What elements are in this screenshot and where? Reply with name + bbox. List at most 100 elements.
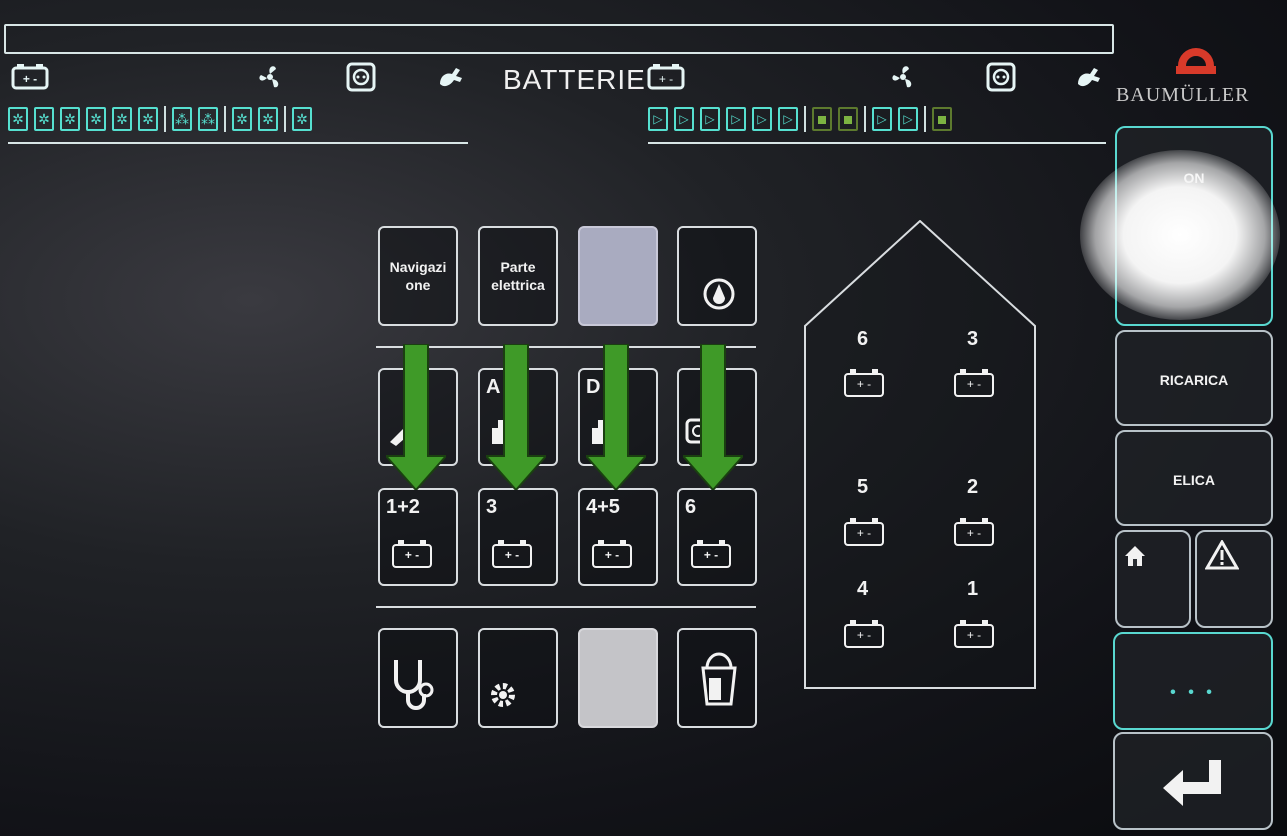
fan-icon	[888, 62, 918, 92]
arrow-down-icon	[586, 344, 646, 490]
green-led-cell	[812, 107, 832, 131]
battery-icon: + -	[844, 620, 884, 648]
home-icon	[1125, 546, 1145, 566]
battery-number: 4	[857, 578, 869, 600]
battery-icon: + -	[392, 540, 432, 568]
play-status-cell: ▷	[726, 107, 746, 131]
ricarica-button[interactable]: RICARICA	[1115, 330, 1273, 426]
battery-3-button[interactable]: 3 + -	[478, 488, 558, 586]
socket-icon	[346, 62, 376, 92]
battery-icon: + -	[492, 540, 532, 568]
boat-battery-diagram	[804, 220, 1036, 689]
battery-icon: + -	[844, 369, 884, 397]
battery-icon: + -	[691, 540, 731, 568]
divider	[284, 106, 286, 132]
fan-status-cell: ⁂	[172, 107, 192, 131]
bucket-button[interactable]	[677, 628, 757, 728]
underline	[648, 142, 1106, 144]
socket-icon	[986, 62, 1016, 92]
fan-status-cell: ⁂	[198, 107, 218, 131]
page-title: BATTERIE	[503, 64, 646, 95]
electrical-label: Parte elettrica	[491, 259, 545, 293]
plug-icon	[436, 62, 466, 92]
play-status-cell: ▷	[648, 107, 668, 131]
warning-icon	[1205, 540, 1239, 570]
settings-button[interactable]	[478, 628, 558, 728]
battery-number: 3	[486, 496, 498, 518]
battery-icon: + -	[646, 62, 690, 90]
green-led-cell	[932, 107, 952, 131]
on-button[interactable]: ON	[1115, 126, 1273, 326]
elica-button[interactable]: ELICA	[1115, 430, 1273, 526]
play-status-cell: ▷	[872, 107, 892, 131]
fan-status-cell: ✲	[258, 107, 278, 131]
arrow-down-icon	[683, 344, 743, 490]
battery-4-5-button[interactable]: 4+5 + -	[578, 488, 658, 586]
battery-number: 6	[857, 328, 869, 350]
home-button[interactable]	[1115, 530, 1191, 628]
svg-text:+ -: + -	[659, 72, 673, 86]
green-led-cell	[838, 107, 858, 131]
elica-label: ELICA	[1173, 472, 1215, 488]
play-status-cell: ▷	[752, 107, 772, 131]
right-status-cells: ▷ ▷ ▷ ▷ ▷ ▷ ▷ ▷	[648, 106, 952, 132]
battery-number: 6	[685, 496, 697, 518]
fan-status-cell: ✲	[232, 107, 252, 131]
top-status-bar	[4, 24, 1114, 54]
fan-status-cell: ✲	[60, 107, 80, 131]
fluid-button[interactable]	[677, 226, 757, 326]
plug-icon	[1074, 62, 1104, 92]
alarm-button[interactable]	[1195, 530, 1273, 628]
battery-1-2-button[interactable]: 1+2 + -	[378, 488, 458, 586]
battery-icon: + -	[844, 518, 884, 546]
enter-button[interactable]	[1113, 732, 1273, 830]
battery-icon: + -	[954, 620, 994, 648]
navigation-label: Navigazi one	[389, 259, 447, 293]
battery-number: 1+2	[386, 496, 420, 518]
blank-button[interactable]	[578, 226, 658, 326]
baumuller-logo	[1172, 36, 1220, 78]
fan-status-cell: ✲	[292, 107, 312, 131]
arrow-down-icon	[486, 344, 546, 490]
navigation-button[interactable]: Navigazi one	[378, 226, 458, 326]
grid-divider	[376, 606, 756, 608]
battery-number: 4+5	[586, 496, 620, 518]
divider	[864, 106, 866, 132]
battery-number: 2	[967, 476, 979, 498]
fan-status-cell: ✲	[112, 107, 132, 131]
play-status-cell: ▷	[778, 107, 798, 131]
enter-icon	[1163, 760, 1221, 806]
fan-status-cell: ✲	[34, 107, 54, 131]
left-status-cells: ✲ ✲ ✲ ✲ ✲ ✲ ⁂ ⁂ ✲ ✲ ✲	[8, 106, 312, 132]
ricarica-label: RICARICA	[1159, 372, 1229, 388]
battery-icon: + -	[592, 540, 632, 568]
divider	[224, 106, 226, 132]
arrow-down-icon	[386, 344, 446, 490]
drop-icon	[703, 278, 735, 310]
battery-number: 5	[857, 476, 869, 498]
divider	[804, 106, 806, 132]
stethoscope-icon	[394, 660, 434, 710]
svg-text:+ -: + -	[23, 72, 37, 86]
fan-icon	[255, 62, 285, 92]
fan-status-cell: ✲	[138, 107, 158, 131]
blank-button[interactable]	[578, 628, 658, 728]
on-label: ON	[1183, 170, 1205, 186]
battery-6-button[interactable]: 6 + -	[677, 488, 757, 586]
diagnostics-button[interactable]	[378, 628, 458, 728]
more-button[interactable]: • • •	[1113, 632, 1273, 730]
fan-status-cell: ✲	[86, 107, 106, 131]
brand-name: BAUMÜLLER	[1116, 84, 1250, 106]
divider	[164, 106, 166, 132]
battery-icon: + -	[954, 518, 994, 546]
more-label: • • •	[1170, 684, 1216, 701]
gear-icon	[491, 683, 515, 707]
play-status-cell: ▷	[674, 107, 694, 131]
fan-status-cell: ✲	[8, 107, 28, 131]
play-status-cell: ▷	[898, 107, 918, 131]
underline	[8, 142, 468, 144]
battery-number: 3	[967, 328, 979, 350]
electrical-button[interactable]: Parte elettrica	[478, 226, 558, 326]
battery-icon: + -	[8, 62, 52, 90]
battery-icon: + -	[954, 369, 994, 397]
